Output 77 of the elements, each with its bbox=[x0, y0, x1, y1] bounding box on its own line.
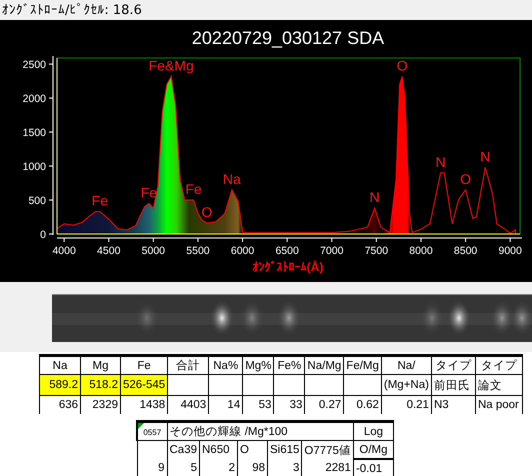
table-cell-text: Mg bbox=[92, 360, 108, 372]
peak-label: Na bbox=[222, 170, 241, 187]
peak-label: O bbox=[396, 57, 408, 74]
peak-label: N bbox=[370, 189, 380, 206]
table-cell-text: 0.21 bbox=[406, 399, 429, 411]
column-header: O/Mg bbox=[359, 444, 388, 456]
table-header: Log bbox=[364, 426, 384, 438]
x-tick-label: 7500 bbox=[364, 245, 388, 257]
table-cell-text: 前田氏 bbox=[434, 380, 470, 392]
table-title: その他の輝線 /Mg*100 bbox=[170, 426, 288, 438]
table-cell-text: 2281 bbox=[325, 462, 351, 474]
table-cell-text: 9 bbox=[158, 462, 164, 474]
table-cell-text: 518.2 bbox=[89, 379, 118, 391]
y-tick-label: 2000 bbox=[22, 93, 46, 106]
x-tick-label: 7000 bbox=[320, 245, 344, 257]
y-tick-label: 0 bbox=[40, 229, 46, 241]
x-tick-label: 9000 bbox=[498, 245, 522, 257]
table-cell-text: 論文 bbox=[478, 380, 502, 392]
chart-title: 20220729_030127 SDA bbox=[192, 28, 384, 48]
table-cell-text: 0.62 bbox=[356, 399, 379, 411]
y-tick-label: 1500 bbox=[22, 127, 46, 140]
column-header: Si615 bbox=[270, 444, 300, 456]
table-cell-text: 2 bbox=[228, 462, 235, 474]
peak-label: O bbox=[201, 204, 212, 220]
table-cell-text: (Mg+Na) bbox=[384, 379, 429, 391]
scale-label: ｵﾝｸﾞｽﾄﾛｰﾑ/ﾋﾟｸｾﾙ: 18.6 bbox=[2, 2, 142, 18]
table-cell-text: Na poor bbox=[478, 399, 519, 411]
peak-label: Fe&Mg bbox=[148, 57, 194, 74]
table-cell-text: 53 bbox=[258, 399, 272, 411]
table-cell-text: Mg% bbox=[245, 360, 272, 372]
column-header: O bbox=[240, 444, 249, 456]
table-cell-text: タイプ bbox=[435, 360, 472, 372]
table-cell-text: 5 bbox=[190, 462, 197, 474]
record-id: 0557 bbox=[143, 428, 162, 436]
peak-label: N bbox=[436, 154, 446, 170]
x-tick-label: 5500 bbox=[186, 245, 210, 257]
x-tick-label: 8500 bbox=[454, 245, 478, 257]
column-header: O7775値 bbox=[304, 444, 351, 456]
table-cell-text: 636 bbox=[58, 399, 78, 411]
table-cell-text: -0.01 bbox=[356, 462, 382, 474]
table-cell-text: 1438 bbox=[140, 399, 166, 411]
x-tick-label: 4000 bbox=[52, 245, 76, 257]
peak-label: O bbox=[460, 170, 472, 187]
table-cell-text: Fe% bbox=[278, 360, 302, 372]
table-cell-text: Na/ bbox=[397, 360, 416, 372]
x-axis-label: ｵﾝｸﾞｽﾄﾛｰﾑ(Å) bbox=[252, 260, 324, 274]
column-header: Ca39 bbox=[170, 444, 197, 456]
peak-label: Fe bbox=[185, 181, 202, 198]
table-cell-text: Na bbox=[52, 360, 68, 372]
x-tick-label: 5000 bbox=[142, 245, 166, 257]
x-tick-label: 6000 bbox=[230, 245, 254, 257]
table-cell-text: 3 bbox=[293, 462, 300, 474]
table-cell-text: 4403 bbox=[180, 399, 206, 411]
table-cell-text: Na% bbox=[213, 360, 238, 372]
table-cell-text: 14 bbox=[227, 399, 240, 411]
table-cell-text: Fe/Mg bbox=[346, 360, 379, 372]
x-tick-label: 8000 bbox=[409, 245, 433, 257]
table-cell-text: N3 bbox=[434, 399, 449, 411]
peak-label: N bbox=[480, 148, 490, 164]
table-cell-text: 589.2 bbox=[49, 379, 78, 391]
y-tick-label: 500 bbox=[28, 195, 46, 208]
table-cell-text: 33 bbox=[290, 399, 302, 411]
table-cell-text: 合計 bbox=[176, 360, 200, 372]
table-cell-text: Na/Mg bbox=[307, 360, 342, 372]
table-cell-text: 526-545 bbox=[123, 379, 166, 391]
x-tick-label: 4500 bbox=[97, 245, 120, 257]
table-cell-text: 2329 bbox=[92, 399, 118, 411]
y-tick-label: 1000 bbox=[22, 161, 46, 174]
y-tick-label: 2500 bbox=[22, 59, 46, 72]
table-cell-text: Fe bbox=[137, 360, 151, 372]
peak-label: Fe bbox=[92, 192, 108, 209]
table-cell-text: タイプ bbox=[480, 360, 517, 372]
table-cell-text: 98 bbox=[252, 462, 265, 474]
x-tick-label: 6500 bbox=[275, 245, 299, 257]
table-cell-text: 0.27 bbox=[318, 399, 342, 411]
peak-label: Fe bbox=[140, 184, 158, 200]
column-header: N650 bbox=[202, 444, 230, 456]
